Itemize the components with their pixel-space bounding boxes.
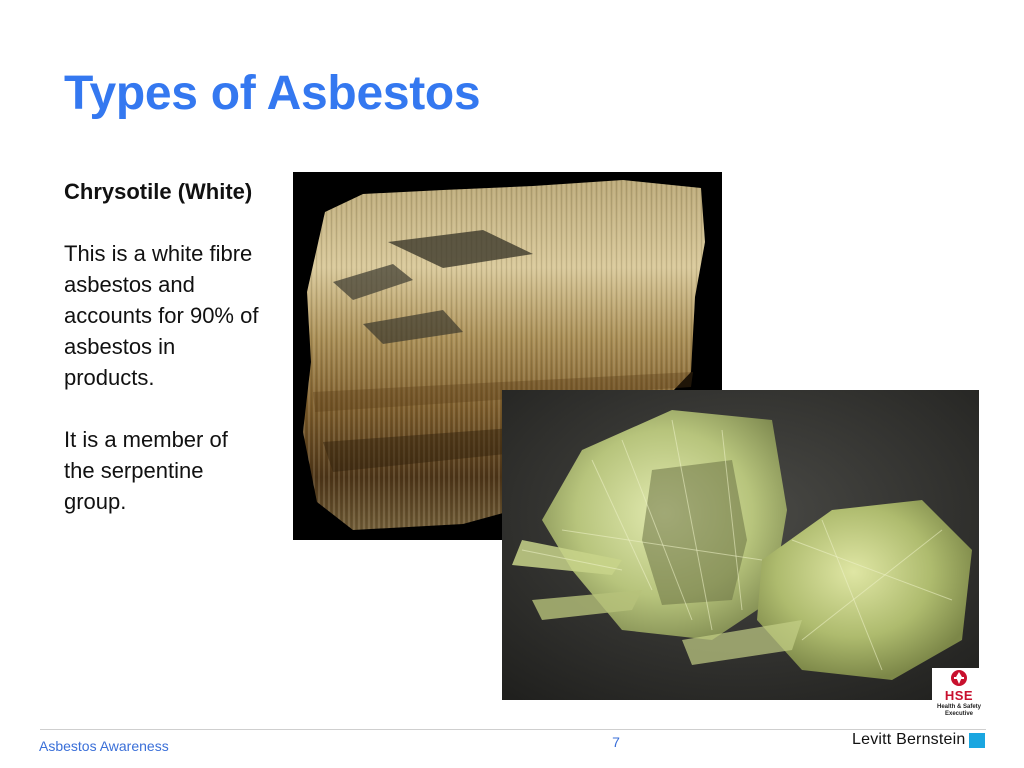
slide-heading: Chrysotile (White) bbox=[64, 179, 253, 204]
hse-logo-sub: Health & Safety Executive bbox=[932, 704, 986, 718]
chrysotile-fibres-image bbox=[502, 390, 979, 700]
hse-logo: HSE Health & Safety Executive bbox=[932, 668, 986, 720]
hse-logo-main: HSE bbox=[944, 688, 974, 703]
footer-presentation-title: Asbestos Awareness bbox=[39, 738, 169, 754]
brand-square-icon bbox=[969, 733, 985, 748]
slide-paragraph-1: This is a white fibre asbestos and accou… bbox=[64, 241, 259, 390]
chrysotile-fibres-photo bbox=[502, 390, 979, 700]
slide-paragraph-2: It is a member of the serpentine group. bbox=[64, 427, 228, 514]
brand-name: Levitt Bernstein bbox=[852, 731, 966, 748]
hse-logo-sub-line1: Health & Safety bbox=[936, 704, 981, 710]
page-number: 7 bbox=[612, 734, 620, 750]
slide-body: Chrysotile (White) This is a white fibre… bbox=[64, 176, 264, 548]
slide-title: Types of Asbestos bbox=[64, 67, 481, 120]
footer-divider bbox=[40, 729, 986, 730]
hse-logo-sub-line2: Executive bbox=[944, 711, 974, 717]
